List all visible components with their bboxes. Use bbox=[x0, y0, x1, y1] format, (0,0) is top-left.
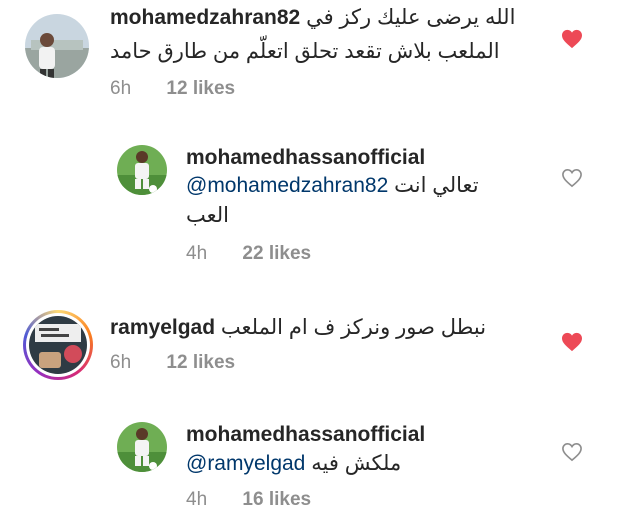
reply-text: تعالي انت bbox=[394, 174, 479, 197]
comment-time: 6h bbox=[110, 78, 132, 99]
comment-username[interactable]: mohamedzahran82 bbox=[110, 6, 300, 29]
heart-filled-icon[interactable] bbox=[561, 332, 583, 352]
comments-thread: mohamedzahran82 الله يرضى عليك ركز في ال… bbox=[0, 0, 620, 521]
reply-text-continued: العب bbox=[186, 204, 229, 227]
reply-mention[interactable]: @mohamedzahran82 bbox=[186, 174, 388, 197]
comment-likes-count[interactable]: 12 likes bbox=[166, 352, 235, 373]
reply-meta: 4h 22 likes bbox=[186, 243, 311, 265]
reply-meta: 4h 16 likes bbox=[186, 489, 311, 511]
avatar-ring-ramyelgad[interactable] bbox=[23, 310, 93, 380]
comment-meta: 6h 12 likes bbox=[110, 352, 235, 374]
avatar-mohamedzahran82[interactable] bbox=[25, 14, 89, 78]
reply-username[interactable]: mohamedhassanofficial bbox=[186, 421, 425, 449]
avatar-mohamedhassanofficial[interactable] bbox=[117, 145, 167, 195]
reply-text: ملكش فيه bbox=[311, 452, 402, 475]
comment-time: 6h bbox=[110, 352, 132, 373]
heart-outline-icon[interactable] bbox=[561, 442, 583, 462]
comment-username[interactable]: ramyelgad bbox=[110, 316, 215, 339]
comment-meta: 6h 12 likes bbox=[110, 78, 235, 100]
reply-username[interactable]: mohamedhassanofficial bbox=[186, 144, 425, 172]
reply-mention[interactable]: @ramyelgad bbox=[186, 452, 305, 475]
reply-line-1: @ramyelgad ملكش فيه bbox=[186, 450, 401, 478]
heart-outline-icon[interactable] bbox=[561, 168, 583, 188]
comment-likes-count[interactable]: 12 likes bbox=[166, 78, 235, 99]
comment-text: نبطل صور ونركز ف ام الملعب bbox=[220, 316, 487, 339]
reply-time: 4h bbox=[186, 489, 208, 510]
avatar-mohamedhassanofficial[interactable] bbox=[117, 422, 167, 472]
avatar-photo bbox=[25, 14, 89, 78]
comment-text-continued: الملعب بلاش تقعد تحلق اتعلّم من طارق حام… bbox=[110, 40, 500, 63]
reply-time: 4h bbox=[186, 243, 208, 264]
avatar-ramyelgad bbox=[29, 316, 87, 374]
heart-filled-icon[interactable] bbox=[561, 29, 583, 49]
reply-line-1: @mohamedzahran82 تعالي انت bbox=[186, 172, 479, 200]
comment-line-1: mohamedzahran82 الله يرضى عليك ركز في bbox=[110, 4, 515, 32]
avatar-photo bbox=[117, 145, 167, 195]
reply-likes-count[interactable]: 16 likes bbox=[242, 489, 311, 510]
reply-likes-count[interactable]: 22 likes bbox=[242, 243, 311, 264]
avatar-photo bbox=[29, 316, 87, 374]
comment-line-1: ramyelgad نبطل صور ونركز ف ام الملعب bbox=[110, 314, 486, 342]
comment-text: الله يرضى عليك ركز في bbox=[306, 6, 516, 29]
avatar-photo bbox=[117, 422, 167, 472]
